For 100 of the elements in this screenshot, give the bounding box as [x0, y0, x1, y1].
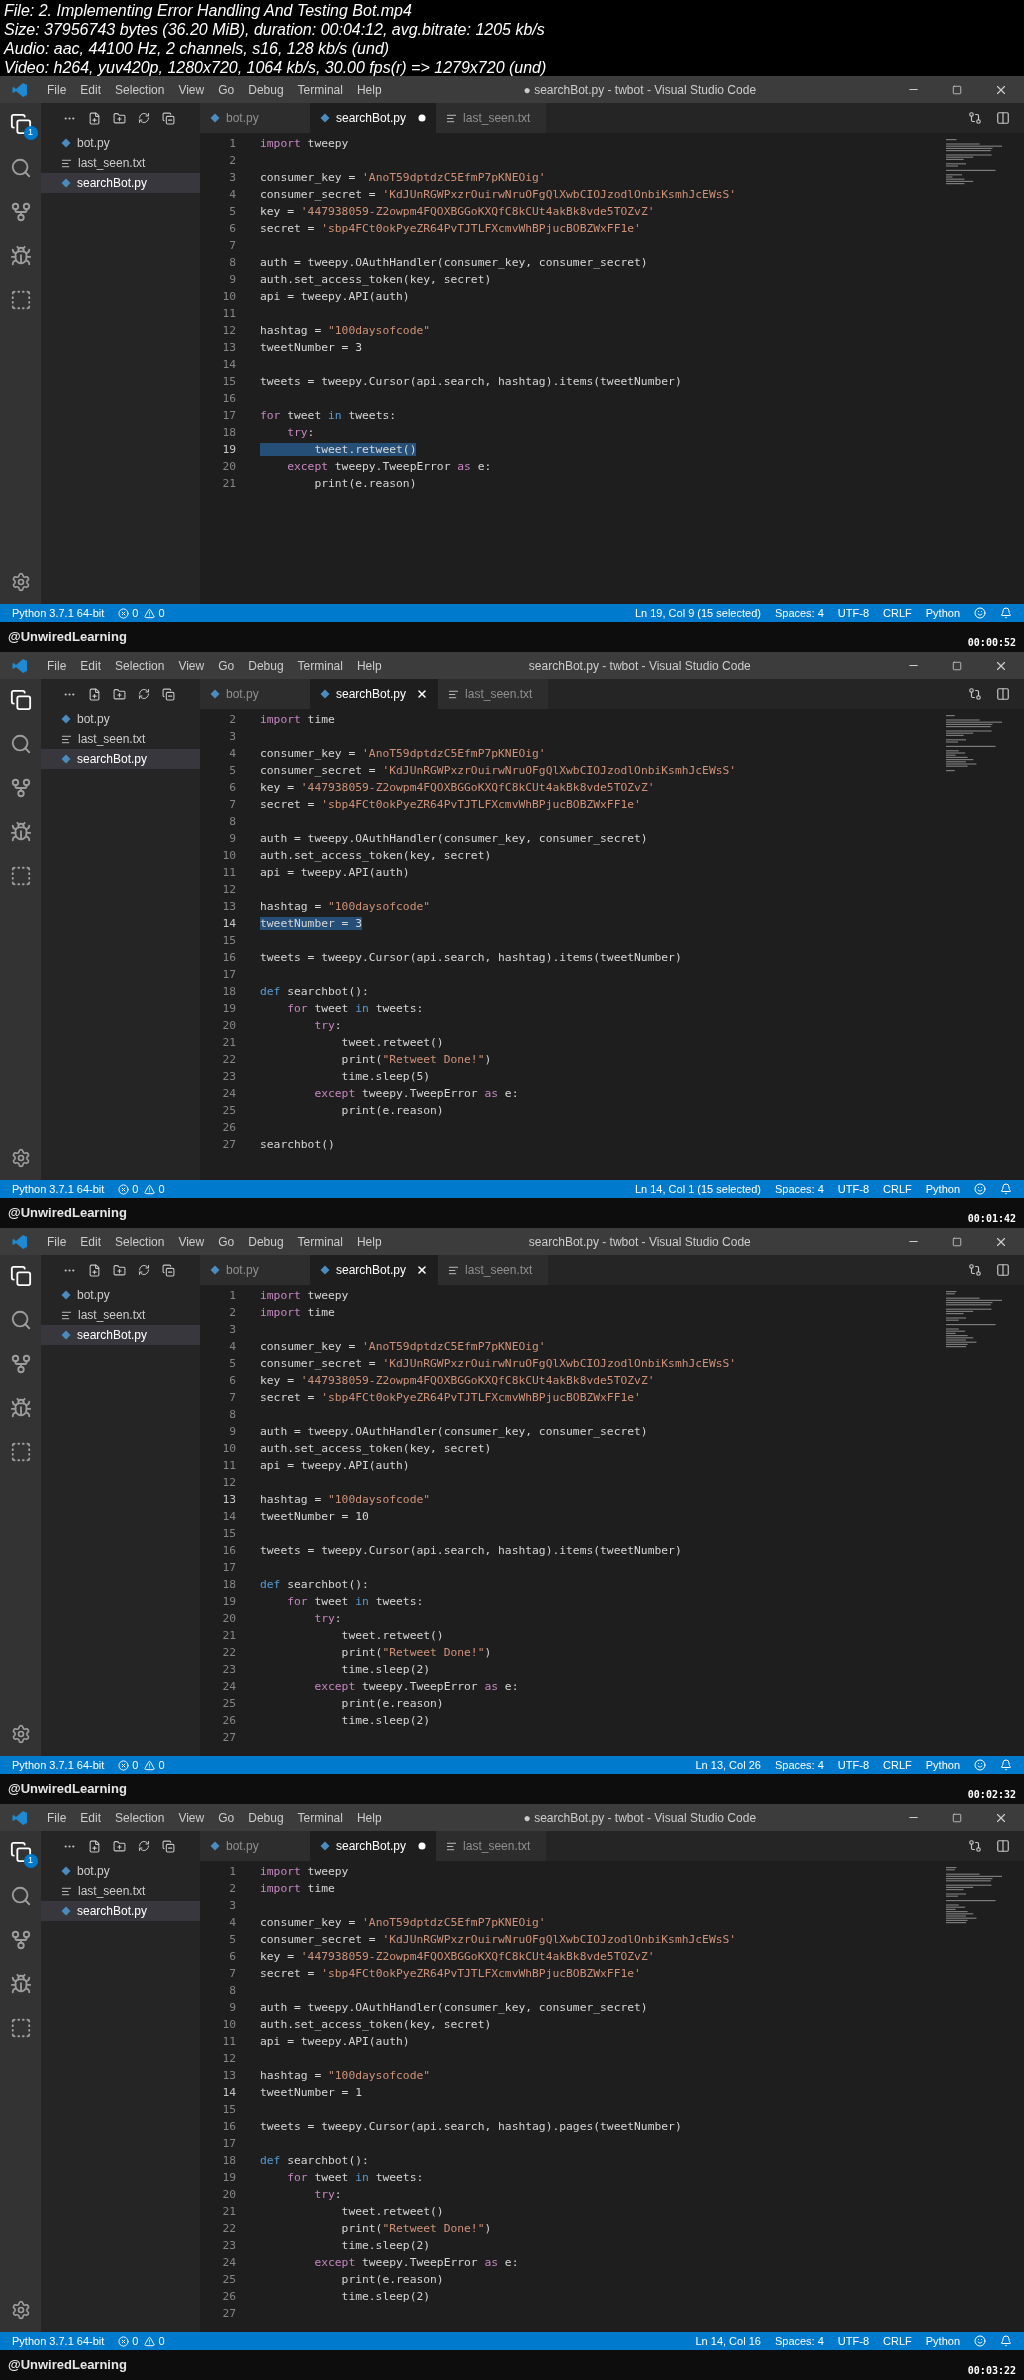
split-editor-icon[interactable]: [996, 1263, 1010, 1277]
close-tab-icon[interactable]: [416, 1264, 429, 1276]
status-item[interactable]: Python: [925, 1180, 960, 1198]
menu-item[interactable]: Help: [349, 1232, 389, 1251]
bell-icon[interactable]: [1000, 1183, 1012, 1195]
extensions-icon[interactable]: [9, 2017, 32, 2039]
menu-item[interactable]: Debug: [241, 656, 291, 675]
search-icon[interactable]: [9, 157, 32, 179]
menu-item[interactable]: Help: [349, 1808, 389, 1827]
new-file-icon[interactable]: [88, 111, 101, 125]
status-item[interactable]: UTF-8: [837, 1180, 869, 1198]
menu-item[interactable]: Selection: [108, 656, 172, 675]
interpreter-label[interactable]: Python 3.7.1 64-bit: [12, 604, 105, 622]
restore-icon[interactable]: [952, 660, 962, 671]
interpreter-label[interactable]: Python 3.7.1 64-bit: [12, 1756, 105, 1774]
settings-icon[interactable]: [10, 572, 31, 592]
menu-item[interactable]: File: [40, 1232, 74, 1251]
split-editor-icon[interactable]: [996, 111, 1010, 125]
error-count[interactable]: 0: [132, 1180, 139, 1198]
source-control-icon[interactable]: [9, 201, 32, 223]
files-icon[interactable]: [9, 1265, 32, 1287]
compare-icon[interactable]: [968, 1839, 982, 1853]
editor-tab[interactable]: searchBot.py: [310, 103, 437, 133]
new-folder-icon[interactable]: [113, 1839, 126, 1853]
new-folder-icon[interactable]: [113, 111, 126, 125]
interpreter-label[interactable]: Python 3.7.1 64-bit: [12, 2332, 105, 2350]
menu-item[interactable]: File: [40, 656, 74, 675]
menu-item[interactable]: Go: [211, 656, 242, 675]
menu-item[interactable]: Go: [211, 1232, 242, 1251]
compare-icon[interactable]: [968, 687, 982, 701]
files-icon[interactable]: [9, 113, 32, 135]
extensions-icon[interactable]: [9, 865, 32, 887]
warning-count[interactable]: 0: [158, 604, 165, 622]
bell-icon[interactable]: [1000, 1759, 1012, 1771]
error-count[interactable]: 0: [132, 1756, 139, 1774]
refresh-icon[interactable]: [138, 1264, 150, 1276]
explorer-entry[interactable]: last_seen.txt: [41, 729, 200, 749]
debug-icon[interactable]: [9, 821, 32, 843]
search-icon[interactable]: [9, 1885, 32, 1907]
explorer-entry[interactable]: bot.py: [41, 709, 200, 729]
status-item[interactable]: CRLF: [883, 1756, 912, 1774]
menu-item[interactable]: Edit: [73, 656, 109, 675]
menu-item[interactable]: Debug: [241, 1808, 291, 1827]
new-file-icon[interactable]: [88, 687, 101, 701]
collapse-icon[interactable]: [162, 111, 175, 125]
explorer-entry[interactable]: last_seen.txt: [41, 1881, 200, 1901]
menu-item[interactable]: File: [40, 80, 74, 99]
compare-icon[interactable]: [968, 111, 982, 125]
warning-count[interactable]: 0: [158, 1180, 165, 1198]
collapse-icon[interactable]: [162, 687, 175, 701]
menu-item[interactable]: Terminal: [290, 80, 350, 99]
explorer-entry[interactable]: last_seen.txt: [41, 153, 200, 173]
error-count[interactable]: 0: [132, 604, 139, 622]
bell-icon[interactable]: [1000, 2335, 1012, 2347]
feedback-icon[interactable]: [974, 607, 986, 619]
bell-icon[interactable]: [1000, 607, 1012, 619]
menu-item[interactable]: Help: [349, 80, 389, 99]
explorer-entry[interactable]: bot.py: [41, 133, 200, 153]
editor-tab[interactable]: last_seen.txt: [436, 103, 547, 133]
menu-item[interactable]: Debug: [241, 80, 291, 99]
explorer-entry[interactable]: bot.py: [41, 1285, 200, 1305]
explorer-entry[interactable]: searchBot.py: [41, 749, 200, 769]
editor-tab[interactable]: searchBot.py: [310, 1831, 437, 1861]
warning-count[interactable]: 0: [158, 2332, 165, 2350]
menu-item[interactable]: Debug: [241, 1232, 291, 1251]
status-item[interactable]: Ln 19, Col 9 (15 selected): [634, 604, 761, 622]
error-count[interactable]: 0: [132, 2332, 139, 2350]
status-item[interactable]: Spaces: 4: [774, 1756, 824, 1774]
compare-icon[interactable]: [968, 1263, 982, 1277]
explorer-entry[interactable]: searchBot.py: [41, 1325, 200, 1345]
status-item[interactable]: Spaces: 4: [774, 604, 824, 622]
search-icon[interactable]: [9, 733, 32, 755]
editor-tab[interactable]: searchBot.py: [310, 679, 439, 709]
status-item[interactable]: Python: [925, 2332, 960, 2350]
status-item[interactable]: Python: [925, 1756, 960, 1774]
editor-tab[interactable]: last_seen.txt: [436, 1831, 547, 1861]
settings-icon[interactable]: [10, 1148, 31, 1168]
new-folder-icon[interactable]: [113, 687, 126, 701]
extensions-icon[interactable]: [9, 289, 32, 311]
extensions-icon[interactable]: [9, 1441, 32, 1463]
restore-icon[interactable]: [952, 1236, 962, 1247]
explorer-entry[interactable]: searchBot.py: [41, 173, 200, 193]
status-item[interactable]: UTF-8: [837, 1756, 869, 1774]
interpreter-label[interactable]: Python 3.7.1 64-bit: [12, 1180, 105, 1198]
refresh-icon[interactable]: [138, 688, 150, 700]
source-control-icon[interactable]: [9, 1929, 32, 1951]
editor-tab[interactable]: last_seen.txt: [438, 1255, 549, 1285]
menu-item[interactable]: View: [171, 1808, 212, 1827]
refresh-icon[interactable]: [138, 112, 150, 124]
editor-tab[interactable]: bot.py: [200, 1831, 310, 1861]
status-item[interactable]: UTF-8: [837, 2332, 869, 2350]
status-item[interactable]: Spaces: 4: [774, 2332, 824, 2350]
restore-icon[interactable]: [952, 84, 962, 95]
status-item[interactable]: Python: [925, 604, 960, 622]
new-file-icon[interactable]: [88, 1263, 101, 1277]
status-item[interactable]: CRLF: [883, 1180, 912, 1198]
status-item[interactable]: Ln 14, Col 16: [695, 2332, 761, 2350]
source-control-icon[interactable]: [9, 1353, 32, 1375]
debug-icon[interactable]: [9, 245, 32, 267]
menu-item[interactable]: Terminal: [290, 1808, 350, 1827]
